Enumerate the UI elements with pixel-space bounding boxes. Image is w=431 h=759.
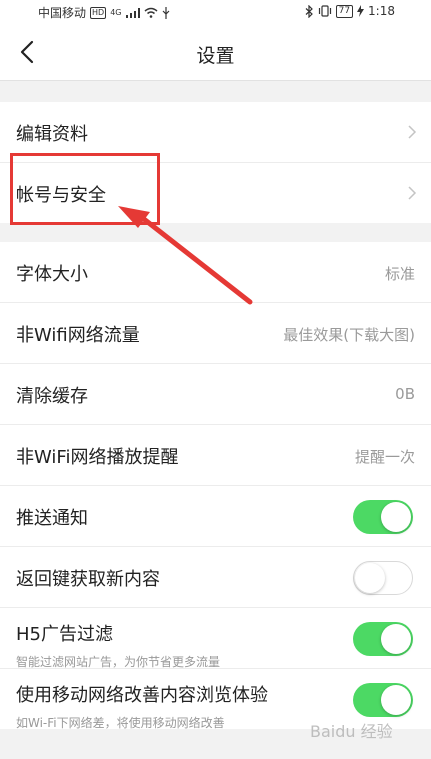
row-label: 使用移动网络改善内容浏览体验 xyxy=(16,685,268,706)
row-push-notification: 推送通知 xyxy=(0,486,431,547)
nav-bar: 设置 xyxy=(0,24,431,81)
row-label: 编辑资料 xyxy=(16,124,88,145)
watermark-logo: Baidu 经验 xyxy=(310,722,393,741)
toggle-knob xyxy=(381,685,411,715)
page-title: 设置 xyxy=(196,45,235,67)
row-value: 0B xyxy=(395,385,415,403)
settings-group: 字体大小 标准 非Wifi网络流量 最佳效果(下载大图) 清除缓存 0B 非Wi… xyxy=(0,242,431,730)
row-font-size[interactable]: 字体大小 标准 xyxy=(0,242,431,303)
usb-icon xyxy=(162,6,169,19)
row-label: 推送通知 xyxy=(16,508,88,529)
signal-icon xyxy=(125,7,140,18)
toggle-knob xyxy=(381,502,411,532)
vibrate-icon xyxy=(318,5,331,17)
chevron-right-icon xyxy=(408,125,417,139)
row-label: 返回键获取新内容 xyxy=(16,569,160,590)
battery-level: 77 xyxy=(338,5,351,16)
row-label: H5广告过滤 xyxy=(16,624,113,645)
row-non-wifi-traffic[interactable]: 非Wifi网络流量 最佳效果(下载大图) xyxy=(0,303,431,364)
chevron-right-icon xyxy=(408,186,417,200)
network-type: 4G xyxy=(110,8,122,17)
status-right: 77 1:18 xyxy=(305,4,395,18)
charging-icon xyxy=(357,5,365,17)
mobile-network-improve-toggle[interactable] xyxy=(353,683,413,717)
row-non-wifi-play-reminder[interactable]: 非WiFi网络播放提醒 提醒一次 xyxy=(0,425,431,486)
hd-badge: HD xyxy=(90,6,107,19)
bluetooth-icon xyxy=(305,4,313,18)
push-notification-toggle[interactable] xyxy=(353,500,413,534)
row-value: 标准 xyxy=(384,265,415,283)
back-refresh-toggle[interactable] xyxy=(353,561,413,595)
row-value: 最佳效果(下载大图) xyxy=(283,326,415,344)
status-left: 中国移动 HD 4G xyxy=(38,4,170,21)
h5-ad-filter-toggle[interactable] xyxy=(353,622,413,656)
toggle-knob xyxy=(381,624,411,654)
status-bar: 中国移动 HD 4G 77 1:18 xyxy=(0,0,431,24)
row-subtitle: 智能过滤网站广告，为你节省更多流量 xyxy=(16,655,221,669)
toggle-knob xyxy=(355,563,385,593)
row-clear-cache[interactable]: 清除缓存 0B xyxy=(0,364,431,425)
carrier-label: 中国移动 xyxy=(38,6,87,20)
row-back-refresh: 返回键获取新内容 xyxy=(0,547,431,608)
row-label: 非WiFi网络播放提醒 xyxy=(16,447,179,468)
wifi-icon xyxy=(144,7,157,18)
row-h5-ad-filter: H5广告过滤 智能过滤网站广告，为你节省更多流量 xyxy=(0,608,431,669)
row-label: 清除缓存 xyxy=(16,386,88,407)
annotation-highlight-box xyxy=(10,153,160,225)
row-label: 字体大小 xyxy=(16,264,88,285)
row-label: 非Wifi网络流量 xyxy=(16,325,140,346)
row-value: 提醒一次 xyxy=(354,448,415,466)
row-subtitle: 如Wi-Fi下网络差，将使用移动网络改善 xyxy=(16,716,225,730)
clock-time: 1:18 xyxy=(368,4,395,18)
battery-icon: 77 xyxy=(335,4,354,18)
